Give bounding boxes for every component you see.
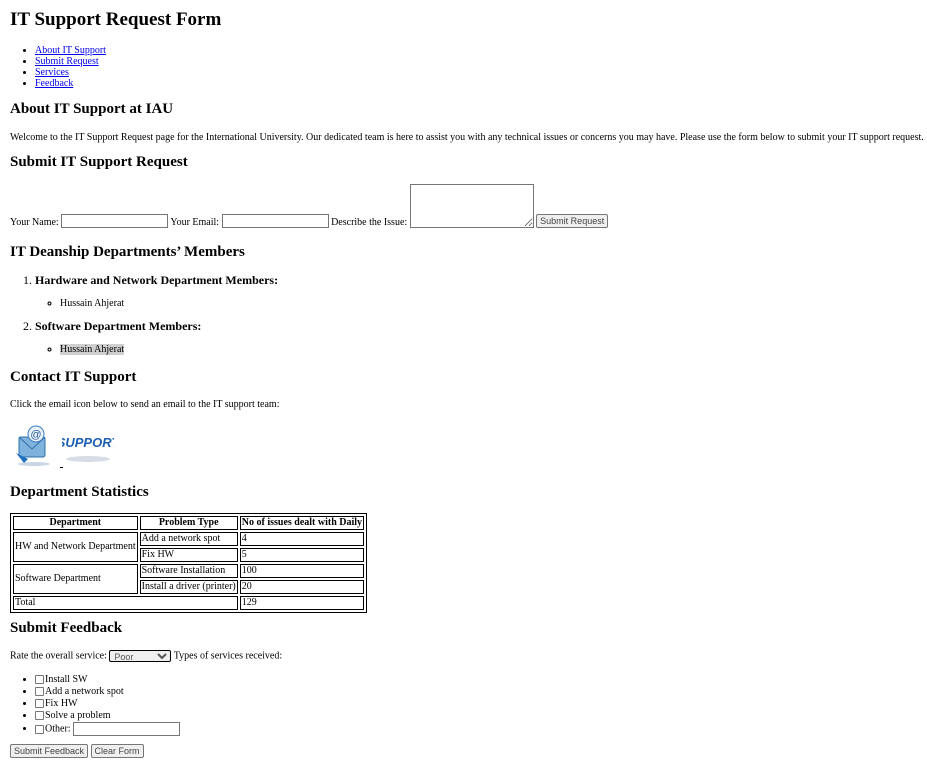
table-row: HW and Network Department Add a network … <box>13 532 365 562</box>
department-item: Software Department Members: Hussain Ahj… <box>35 319 278 355</box>
email-icon-link[interactable]: @ <box>14 423 54 470</box>
service-checkbox[interactable] <box>35 675 44 685</box>
rate-select[interactable]: Poor <box>109 650 172 662</box>
table-cell-count: 5 <box>239 548 365 562</box>
table-cell-problem: Install a driver (printer) <box>139 580 238 594</box>
email-icon[interactable]: @ <box>14 423 54 467</box>
name-label: Your Name: <box>10 217 59 228</box>
nav-item: Feedback <box>35 78 106 89</box>
table-cell-problem: Software Installation <box>139 564 238 578</box>
link-underline <box>60 467 63 468</box>
service-checkbox[interactable] <box>35 711 44 721</box>
email-label: Your Email: <box>170 217 220 228</box>
table-cell-count: 100 <box>239 564 365 578</box>
service-checkbox[interactable] <box>35 687 44 697</box>
issue-label: Describe the Issue: <box>331 217 408 228</box>
service-checkbox[interactable] <box>35 699 44 709</box>
service-label: Install SW <box>45 674 88 685</box>
service-item: Install SW <box>35 674 180 686</box>
nav-item: Submit Request <box>35 56 106 67</box>
nav-link-about[interactable]: About IT Support <box>35 45 106 56</box>
table-row: Software Department Software Installatio… <box>13 564 365 594</box>
service-label: Other: <box>45 723 71 735</box>
service-checkbox[interactable] <box>35 724 44 734</box>
table-cell-count: 4 <box>239 532 365 546</box>
nav-link-submit[interactable]: Submit Request <box>35 56 99 67</box>
member-item: Hussain Ahjerat <box>60 298 278 309</box>
table-cell-problem: Fix HW <box>139 548 238 562</box>
department-item: Hardware and Network Department Members:… <box>35 273 278 309</box>
nav-link-services[interactable]: Services <box>35 67 69 78</box>
service-label: Add a network spot <box>45 686 124 697</box>
stats-heading: Department Statistics <box>10 484 149 500</box>
rate-row: Rate the overall service: Poor Types of … <box>10 650 282 662</box>
other-service-input[interactable] <box>73 722 181 736</box>
table-header-problem-type: Problem Type <box>139 516 238 530</box>
table-cell-count: 20 <box>239 580 365 594</box>
service-item: Add a network spot <box>35 686 180 698</box>
table-cell-department: HW and Network Department <box>13 532 138 562</box>
service-item: Solve a problem <box>35 710 180 722</box>
service-label: Fix HW <box>45 698 78 709</box>
table-header-row: Department Problem Type No of issues dea… <box>13 516 365 530</box>
feedback-heading: Submit Feedback <box>10 620 123 636</box>
stats-table: Department Problem Type No of issues dea… <box>10 513 368 613</box>
service-label: Solve a problem <box>45 710 111 721</box>
member-item: Hussain Ahjerat <box>60 344 278 355</box>
request-heading: Submit IT Support Request <box>10 154 188 170</box>
table-cell-problem: Add a network spot <box>139 532 238 546</box>
submit-feedback-button[interactable]: Submit Feedback <box>10 744 89 758</box>
rate-label: Rate the overall service: <box>10 650 107 662</box>
nav-link-feedback[interactable]: Feedback <box>35 78 73 89</box>
table-header-department: Department <box>13 516 138 530</box>
services-list: Install SW Add a network spot Fix HW Sol… <box>10 674 181 736</box>
table-total-value: 129 <box>239 596 365 610</box>
email-input[interactable] <box>221 214 329 228</box>
about-text: Welcome to the IT Support Request page f… <box>10 132 924 143</box>
feedback-buttons: Submit Feedback Clear Form <box>10 744 144 758</box>
departments-list: Hardware and Network Department Members:… <box>10 273 278 355</box>
nav-item: About IT Support <box>35 45 106 56</box>
support-logo-text: SUPPORT <box>62 435 114 450</box>
table-header-count: No of issues dealt with Daily <box>239 516 365 530</box>
table-total-row: Total 129 <box>13 596 365 610</box>
member-name-highlighted: Hussain Ahjerat <box>60 344 125 355</box>
page-title: IT Support Request Form <box>10 9 222 30</box>
departments-heading: IT Deanship Departments’ Members <box>10 244 245 260</box>
name-input[interactable] <box>61 214 169 228</box>
about-heading: About IT Support at IAU <box>10 101 174 117</box>
nav-menu: About IT Support Submit Request Services… <box>10 45 106 89</box>
services-label: Types of services received: <box>173 650 283 662</box>
clear-form-button[interactable]: Clear Form <box>90 744 144 758</box>
submit-request-button[interactable]: Submit Request <box>536 214 609 228</box>
nav-item: Services <box>35 67 106 78</box>
support-logo[interactable]: SUPPORT <box>57 430 120 467</box>
department-title: Software Department Members: <box>35 319 202 333</box>
members-list: Hussain Ahjerat <box>35 298 278 309</box>
svg-text:@: @ <box>30 429 41 441</box>
support-logo-icon[interactable]: SUPPORT <box>57 430 120 464</box>
table-cell-department: Software Department <box>13 564 138 594</box>
issue-textarea[interactable] <box>409 184 534 228</box>
request-form: Your Name: Your Email: Describe the Issu… <box>10 184 609 228</box>
service-item: Fix HW <box>35 698 180 710</box>
service-item: Other: <box>35 722 181 736</box>
members-list: Hussain Ahjerat <box>35 344 278 355</box>
contact-text: Click the email icon below to send an em… <box>10 399 280 410</box>
contact-heading: Contact IT Support <box>10 369 137 385</box>
stats-table-wrapper: Department Problem Type No of issues dea… <box>10 513 368 613</box>
table-total-label: Total <box>13 596 238 610</box>
department-title: Hardware and Network Department Members: <box>35 273 279 287</box>
